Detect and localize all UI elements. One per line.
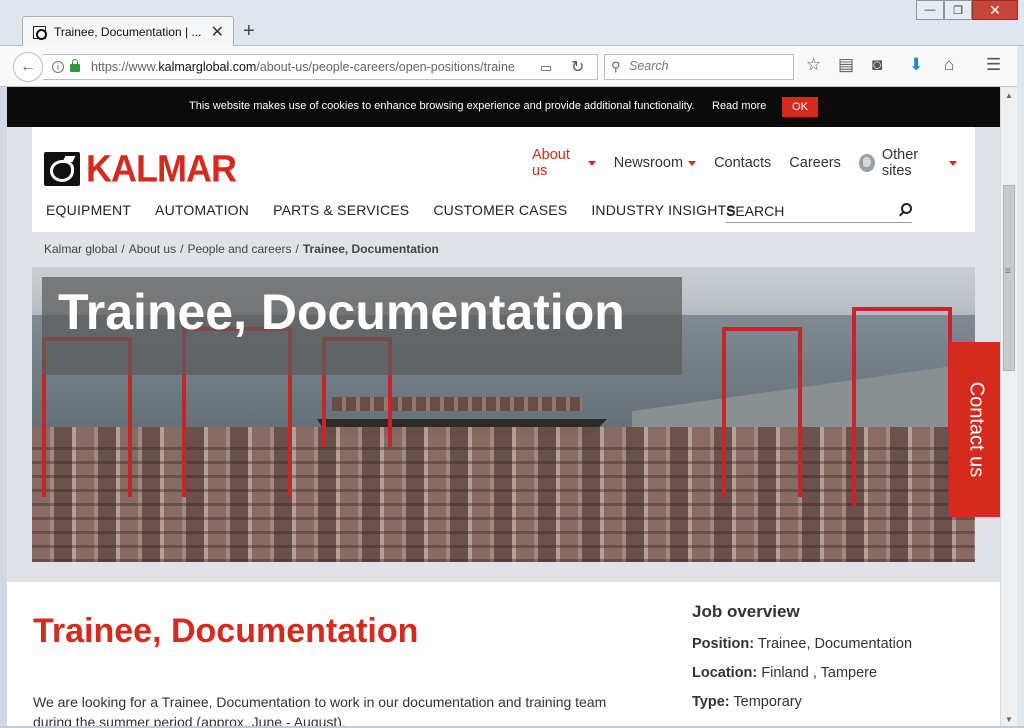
breadcrumb-item[interactable]: Kalmar global — [44, 242, 117, 256]
site-search — [726, 197, 912, 223]
browser-search-box[interactable]: ⚲ — [604, 54, 794, 80]
top-nav-label: Careers — [789, 155, 841, 171]
cookie-read-more-link[interactable]: Read more — [712, 100, 766, 112]
library-icon[interactable]: ▤ — [838, 55, 854, 75]
new-tab-icon[interactable]: + — [243, 20, 255, 43]
breadcrumb-separator: / — [295, 242, 299, 256]
url-path: /about-us/people-careers/open-positions/… — [256, 60, 515, 74]
breadcrumb-separator: / — [180, 242, 184, 256]
pocket-icon[interactable]: ◙ — [872, 55, 882, 75]
type-value: Temporary — [733, 694, 802, 710]
top-nav-contacts[interactable]: Contacts — [714, 155, 771, 171]
reload-icon[interactable]: ↻ — [571, 57, 584, 77]
top-nav-label: About us — [532, 147, 570, 179]
search-icon: ⚲ — [611, 59, 621, 74]
web-page: This website makes use of cookies to enh… — [7, 87, 1000, 728]
window-controls: — ❐ ✕ — [916, 0, 1018, 20]
hero-title: Trainee, Documentation — [58, 284, 625, 340]
tab-title: Trainee, Documentation | ... — [54, 25, 202, 39]
position-label: Position: — [692, 636, 755, 652]
home-icon[interactable]: ⌂ — [944, 55, 954, 75]
hero-crane — [852, 307, 952, 507]
caret-down-icon — [688, 160, 697, 166]
url-text[interactable]: https://www.kalmarglobal.com/about-us/pe… — [91, 60, 531, 74]
maximize-icon[interactable]: ❐ — [944, 0, 972, 20]
contact-us-tab[interactable]: Contact us — [949, 342, 1000, 517]
location-label: Location: — [692, 665, 758, 681]
job-location: Location: Finland , Tampere — [692, 665, 912, 681]
browser-search-input[interactable] — [629, 59, 789, 73]
contact-us-label: Contact us — [965, 381, 988, 478]
kalmar-logo-icon — [44, 152, 80, 186]
back-arrow-icon[interactable]: ← — [13, 52, 43, 82]
url-prefix: https://www. — [91, 60, 159, 74]
type-label: Type: — [692, 694, 730, 710]
main-nav-customer-cases[interactable]: CUSTOMER CASES — [433, 202, 567, 218]
cookie-banner: This website makes use of cookies to enh… — [7, 87, 1000, 127]
breadcrumb-item[interactable]: About us — [129, 242, 176, 256]
lock-icon[interactable] — [70, 59, 80, 72]
window-close-icon[interactable]: ✕ — [972, 0, 1018, 20]
search-icon[interactable] — [901, 203, 912, 214]
job-position: Position: Trainee, Documentation — [692, 636, 912, 652]
site-header: KALMAR About us Newsroom Contacts Career… — [32, 127, 975, 232]
site-search-input[interactable] — [726, 197, 886, 219]
scroll-up-icon[interactable]: ▲ — [1005, 91, 1013, 100]
main-nav-automation[interactable]: AUTOMATION — [155, 202, 249, 218]
job-overview: Job overview Position: Trainee, Document… — [692, 602, 912, 723]
hero-container-rows — [32, 447, 975, 562]
hero-crane — [722, 327, 802, 497]
top-nav-newsroom[interactable]: Newsroom — [613, 155, 697, 171]
main-navigation: EQUIPMENT AUTOMATION PARTS & SERVICES CU… — [46, 202, 760, 218]
window-frame — [1017, 46, 1024, 728]
menu-icon[interactable]: ☰ — [986, 55, 1001, 75]
top-nav-about-us[interactable]: About us — [532, 147, 596, 179]
scroll-down-icon[interactable]: ▼ — [1005, 715, 1013, 724]
kalmar-favicon-icon — [33, 26, 47, 40]
job-intro: We are looking for a Trainee, Documentat… — [33, 694, 607, 728]
caret-down-icon — [949, 160, 957, 166]
cookie-text: This website makes use of cookies to enh… — [189, 100, 695, 112]
main-nav-parts-services[interactable]: PARTS & SERVICES — [273, 202, 409, 218]
browser-tab-active[interactable]: Trainee, Documentation | ... ✕ — [22, 16, 234, 47]
url-domain: kalmarglobal.com — [158, 60, 257, 74]
top-nav-other-sites[interactable]: Other sites — [858, 147, 957, 179]
main-nav-equipment[interactable]: EQUIPMENT — [46, 202, 131, 218]
job-type: Type: Temporary — [692, 694, 912, 710]
scroll-thumb[interactable] — [1003, 185, 1015, 371]
breadcrumb-item[interactable]: People and careers — [187, 242, 291, 256]
top-nav-label: Newsroom — [613, 155, 684, 171]
job-title: Trainee, Documentation — [33, 612, 419, 650]
job-content: Trainee, Documentation We are looking fo… — [7, 582, 1000, 728]
logo-text: KALMAR — [86, 146, 237, 190]
hero-title-box: Trainee, Documentation — [42, 277, 682, 375]
browser-navbar: ← i https://www.kalmarglobal.com/about-u… — [0, 46, 1024, 87]
breadcrumb-current: Trainee, Documentation — [302, 242, 439, 256]
address-bar[interactable]: i https://www.kalmarglobal.com/about-us/… — [43, 54, 598, 80]
globe-icon — [858, 154, 875, 172]
browser-titlebar: Trainee, Documentation | ... ✕ + — ❐ ✕ — [0, 0, 1024, 47]
position-value: Trainee, Documentation — [757, 636, 913, 652]
top-nav-label: Contacts — [714, 155, 772, 171]
top-nav-label: Other sites — [881, 147, 919, 179]
location-value: Finland , Tampere — [761, 665, 878, 681]
minimize-icon[interactable]: — — [916, 0, 944, 20]
reader-view-icon[interactable]: ▭ — [540, 60, 552, 76]
tab-close-icon[interactable]: ✕ — [211, 22, 224, 42]
hero-banner: Trainee, Documentation — [32, 267, 975, 562]
cookie-ok-button[interactable]: OK — [782, 97, 818, 117]
main-nav-industry-insights[interactable]: INDUSTRY INSIGHTS — [591, 202, 735, 218]
bookmark-star-icon[interactable]: ☆ — [806, 55, 821, 75]
download-icon[interactable]: ⬇ — [909, 55, 923, 75]
job-overview-heading: Job overview — [692, 602, 800, 621]
top-nav-careers[interactable]: Careers — [789, 155, 841, 171]
caret-down-icon — [587, 160, 596, 166]
page-scrollbar[interactable]: ▲ ▼ — [1000, 87, 1017, 728]
breadcrumb-separator: / — [121, 242, 125, 256]
top-navigation: About us Newsroom Contacts Careers Other… — [532, 147, 975, 179]
info-icon[interactable]: i — [52, 61, 64, 73]
breadcrumb: Kalmar global / About us / People and career… — [44, 242, 439, 256]
kalmar-logo[interactable]: KALMAR — [44, 146, 237, 190]
